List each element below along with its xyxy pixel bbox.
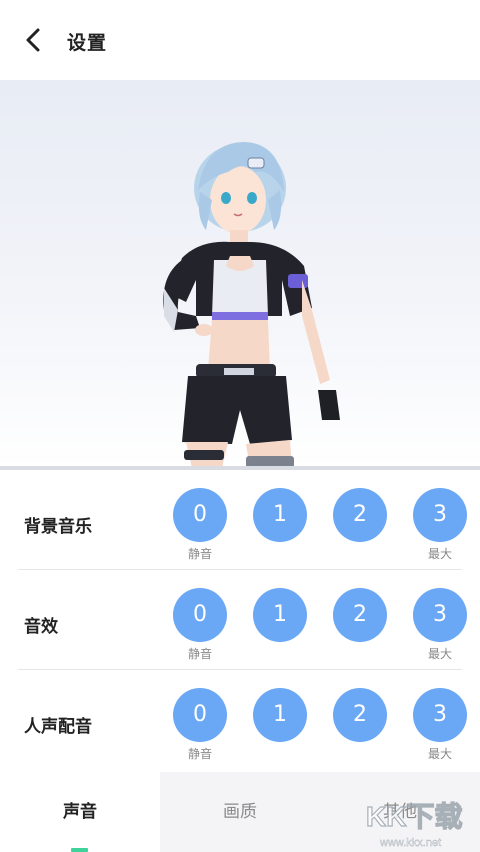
chevron-left-icon bbox=[26, 28, 40, 52]
setting-label: 背景音乐 bbox=[24, 517, 92, 537]
setting-row-voice: 人声配音 0 1 2 3 静音 最大 bbox=[0, 670, 480, 770]
active-tab-indicator bbox=[71, 848, 88, 852]
character-preview bbox=[0, 80, 480, 468]
max-label: 最大 bbox=[427, 647, 452, 661]
option-1-button[interactable]: 1 bbox=[253, 688, 307, 742]
watermark-logo: KK下载 www.kkx.net bbox=[360, 790, 480, 852]
character-illustration bbox=[163, 142, 340, 468]
back-button[interactable] bbox=[18, 24, 50, 56]
option-1-button[interactable]: 1 bbox=[253, 588, 307, 642]
option-0-button[interactable]: 0 bbox=[173, 588, 227, 642]
setting-label: 音效 bbox=[24, 617, 58, 637]
option-2-button[interactable]: 2 bbox=[333, 488, 387, 542]
option-2-button[interactable]: 2 bbox=[333, 688, 387, 742]
option-1-button[interactable]: 1 bbox=[253, 488, 307, 542]
watermark-text: KK下载 bbox=[366, 801, 462, 832]
min-label: 静音 bbox=[187, 547, 212, 561]
option-3-button[interactable]: 3 bbox=[413, 688, 467, 742]
option-3-button[interactable]: 3 bbox=[413, 588, 467, 642]
watermark-url: www.kkx.net bbox=[379, 837, 441, 849]
header-bar: 设置 bbox=[0, 0, 480, 80]
tab-sound[interactable]: 声音 bbox=[0, 772, 160, 852]
option-0-button[interactable]: 0 bbox=[173, 488, 227, 542]
option-2-button[interactable]: 2 bbox=[333, 588, 387, 642]
option-3-button[interactable]: 3 bbox=[413, 488, 467, 542]
tab-graphics[interactable]: 画质 bbox=[160, 772, 320, 852]
setting-label: 人声配音 bbox=[24, 717, 92, 737]
min-label: 静音 bbox=[187, 747, 212, 761]
setting-row-sfx: 音效 0 1 2 3 静音 最大 bbox=[0, 570, 480, 670]
max-label: 最大 bbox=[427, 547, 452, 561]
page-title: 设置 bbox=[67, 32, 108, 54]
max-label: 最大 bbox=[427, 747, 452, 761]
option-0-button[interactable]: 0 bbox=[173, 688, 227, 742]
min-label: 静音 bbox=[187, 647, 212, 661]
setting-row-bgm: 背景音乐 0 1 2 3 静音 最大 bbox=[0, 470, 480, 570]
